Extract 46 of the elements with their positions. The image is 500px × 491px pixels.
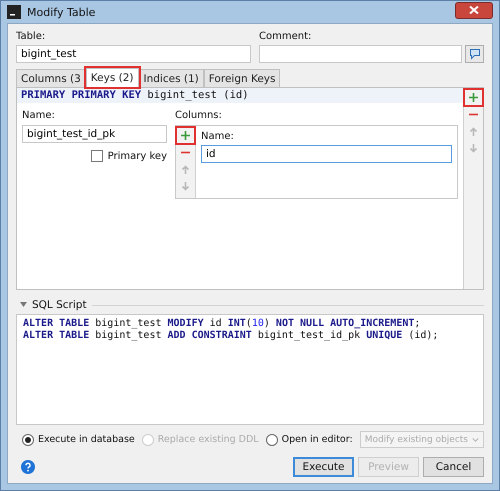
question-mark-icon xyxy=(21,460,35,474)
field-label: Columns: xyxy=(175,109,223,122)
key-name-field[interactable]: bigint_test_id_pk xyxy=(22,125,167,143)
dialog-button[interactable]: Execute xyxy=(293,457,354,477)
radio-button[interactable] xyxy=(266,434,278,446)
tab[interactable]: Keys (2) xyxy=(86,68,139,87)
window-title: Modify Table xyxy=(27,6,96,18)
plus-icon xyxy=(468,92,479,103)
key-list-item[interactable]: PRIMARY PRIMARY KEY bigint_test (id) xyxy=(17,88,463,103)
code-line: ALTER TABLE bigint_test ADD CONSTRAINT bigint_test_id_pk UNIQUE (id); xyxy=(23,330,440,342)
column-name-field[interactable]: id xyxy=(201,145,452,163)
radio-button[interactable] xyxy=(22,434,34,446)
tab[interactable]: Indices (1) xyxy=(138,69,204,87)
comment-field[interactable] xyxy=(259,45,462,63)
close-icon xyxy=(469,6,479,14)
code-line: ALTER TABLE bigint_test MODIFY id INT(10) NOT NULL AUTO_INCREMENT; xyxy=(23,318,422,330)
table-name-field[interactable]: bigint_test xyxy=(16,45,251,63)
add-button[interactable] xyxy=(177,128,194,143)
triangle-icon xyxy=(20,302,27,308)
tab[interactable]: Columns (3 xyxy=(16,69,86,87)
tab[interactable]: Foreign Keys xyxy=(204,69,280,87)
help-button[interactable] xyxy=(21,460,35,474)
collapse-toggle[interactable] xyxy=(20,302,27,308)
checkbox[interactable] xyxy=(90,150,103,162)
section-title: SQL Script xyxy=(32,299,87,312)
down-arrow-icon xyxy=(180,181,191,192)
app-logo-icon xyxy=(7,5,21,19)
close-button[interactable] xyxy=(455,2,493,18)
field-label: Name: xyxy=(22,109,56,122)
speech-bubble-icon xyxy=(468,48,480,60)
up-arrow-icon xyxy=(468,126,479,137)
field-label: Name: xyxy=(201,130,235,143)
chevron-down-icon xyxy=(472,436,479,442)
dialog-button[interactable]: Cancel xyxy=(423,457,484,477)
radio-label: Execute in database xyxy=(38,434,135,445)
expand-comment-button[interactable] xyxy=(465,45,484,63)
plus-icon xyxy=(180,130,191,141)
checkbox-label: Primary key xyxy=(108,150,167,162)
radio-label: Open in editor: xyxy=(282,434,353,445)
up-arrow-icon xyxy=(180,164,191,175)
radio-label: Replace existing DDL xyxy=(158,434,259,445)
field-label: Comment: xyxy=(259,30,312,43)
sql-editor[interactable]: ALTER TABLE bigint_test MODIFY id INT(10) NOT NULL AUTO_INCREMENT; ALTER TABLE bigint_test ADD CONSTRAINT bigint_test_id_pk UNIQUE (id); xyxy=(16,314,484,425)
down-arrow-icon xyxy=(468,143,479,154)
add-button[interactable] xyxy=(465,90,482,105)
field-label: Table: xyxy=(16,30,46,43)
